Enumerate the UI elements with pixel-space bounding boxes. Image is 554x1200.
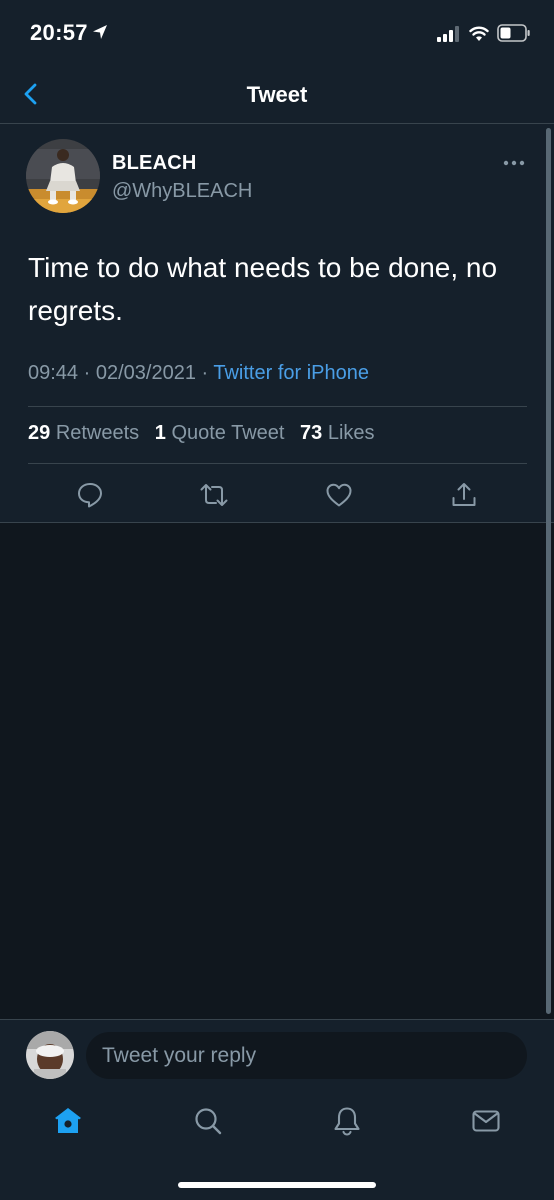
reply-input[interactable]	[86, 1032, 527, 1079]
cellular-signal-icon	[437, 26, 459, 42]
retweet-icon[interactable]	[200, 481, 228, 509]
meta-separator: ·	[83, 362, 96, 384]
battery-icon	[497, 24, 530, 42]
divider	[28, 406, 527, 407]
author-avatar[interactable]	[26, 139, 100, 213]
status-bar: 20:57	[0, 0, 554, 66]
messages-icon[interactable]	[470, 1105, 502, 1137]
tweet-time: 09:44	[28, 362, 79, 384]
retweets-stat[interactable]: 29 Retweets	[28, 422, 139, 444]
wifi-icon	[469, 26, 489, 41]
reply-bar	[0, 1019, 554, 1091]
quote-tweets-stat[interactable]: 1 Quote Tweet	[155, 422, 285, 444]
page-title: Tweet	[246, 82, 308, 107]
divider	[28, 463, 527, 464]
tweet-date: 02/03/2021	[95, 362, 196, 384]
likes-stat[interactable]: 73 Likes	[300, 422, 375, 444]
location-arrow-icon	[93, 25, 107, 39]
meta-separator: ·	[201, 362, 214, 384]
replies-area	[0, 523, 554, 1019]
nav-bar: Tweet	[0, 66, 554, 124]
avatar-photo	[26, 139, 100, 213]
tweet-text: Time to do what needs to be done, no reg…	[28, 252, 498, 326]
author-name[interactable]: BLEACH	[112, 152, 197, 175]
more-options-icon[interactable]	[502, 156, 526, 170]
author-handle[interactable]: @WhyBLEACH	[112, 180, 252, 203]
home-icon[interactable]	[52, 1105, 84, 1137]
home-indicator[interactable]	[178, 1182, 376, 1188]
scrollbar[interactable]	[546, 128, 551, 1014]
user-avatar[interactable]	[26, 1031, 74, 1079]
notifications-icon[interactable]	[331, 1105, 363, 1137]
tweet-source-link[interactable]: Twitter for iPhone	[213, 362, 369, 384]
search-icon[interactable]	[192, 1105, 224, 1137]
like-icon[interactable]	[325, 481, 353, 509]
tweet-detail: BLEACH @WhyBLEACH Time to do what needs …	[0, 124, 554, 523]
user-avatar-photo	[26, 1031, 74, 1079]
status-time: 20:57	[30, 20, 88, 45]
tweet-meta: 09:44 · 02/03/2021 · Twitter for iPhone	[28, 362, 369, 385]
share-icon[interactable]	[450, 481, 478, 509]
tweet-stats: 29 Retweets 1 Quote Tweet 73 Likes	[28, 422, 375, 445]
reply-icon[interactable]	[76, 481, 104, 509]
